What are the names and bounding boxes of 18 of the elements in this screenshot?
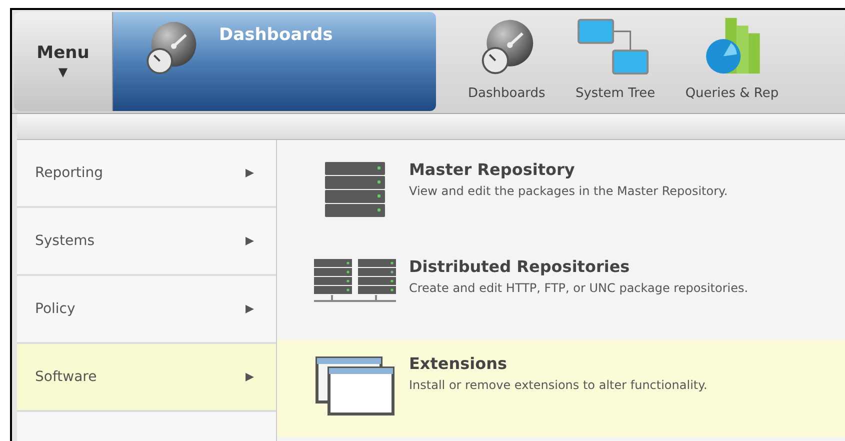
menu-item[interactable]: Software ▶	[17, 344, 276, 412]
section-title: Dashboards	[219, 24, 333, 47]
servers-icon	[312, 257, 398, 305]
item-title: Extensions	[409, 353, 508, 375]
item-description: View and edit the packages in the Master Repository.	[409, 183, 728, 200]
toolbar-shortcut[interactable]: Queries & Rep	[673, 16, 791, 107]
toolbar-shortcut[interactable]: Dashboards	[456, 16, 558, 107]
menu-button[interactable]: Menu ▼	[14, 12, 113, 111]
submenu-item[interactable]: Distributed Repositories Create and edit HTTP, FTP, or UNC package repositories.	[277, 243, 845, 340]
submenu-item[interactable]: Extensions Install or remove extensions to alter functionality.	[277, 340, 845, 437]
item-description: Install or remove extensions to alter functionality.	[409, 377, 708, 394]
toolbar-shortcut[interactable]: System Tree	[561, 16, 670, 107]
item-title: Master Repository	[409, 159, 576, 181]
item-title: Distributed Repositories	[409, 256, 631, 278]
server-icon	[323, 160, 387, 220]
item-description: Create and edit HTTP, FTP, or UNC package repositories.	[409, 280, 748, 297]
submenu-item[interactable]: Master Repository View and edit the packages in the Master Repository.	[277, 146, 845, 243]
windows-icon	[313, 354, 397, 418]
